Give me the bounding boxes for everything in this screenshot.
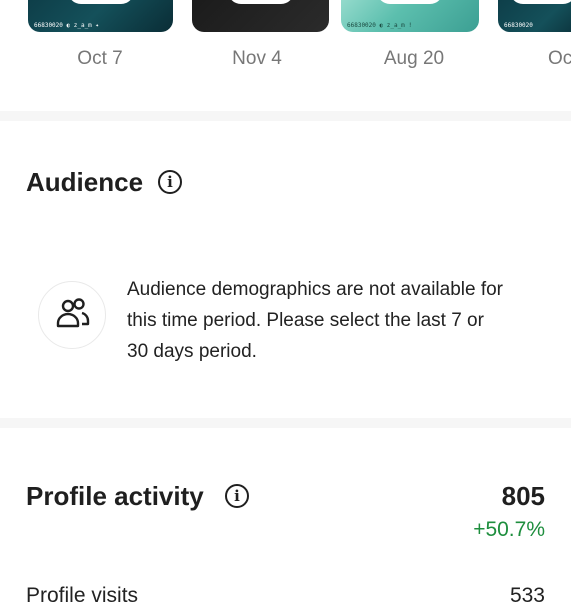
post-count-badge: 320 [67, 0, 134, 4]
info-icon[interactable]: i [225, 484, 249, 508]
thumbnail-caption: 66830020 ◐ z_a_m ! [347, 22, 413, 29]
post-date: Aug 20 [383, 48, 445, 69]
thumbnail-caption: 66830020 ◐ z_a_m ✦ [34, 22, 100, 29]
info-icon[interactable]: i [158, 170, 182, 194]
profile-activity-total: 805 [501, 481, 545, 511]
thumbnail-caption: 66830020 [504, 22, 533, 29]
audience-unavailable-message: Audience demographics are not available … [127, 279, 504, 362]
post-thumbnails-strip: 320 66830020 ◐ z_a_m ✦ Oct 7 303 Nov 4 2… [0, 0, 571, 80]
post-date: Nov 4 [232, 48, 282, 69]
post-thumbnail[interactable]: 320 66830020 ◐ z_a_m ✦ [28, 0, 173, 32]
people-icon [56, 298, 90, 328]
post-count-badge: 303 [227, 0, 294, 4]
profile-activity-title: Profile activity [26, 481, 204, 511]
audience-title: Audience [26, 167, 144, 197]
section-divider [0, 418, 571, 428]
post-thumbnail[interactable]: 272 66830020 ◐ z_a_m ! [341, 0, 479, 32]
post-date: Oct 7 [77, 48, 123, 69]
post-count-badge: 272 [377, 0, 443, 4]
post-thumbnail[interactable]: 19 66830020 [498, 0, 571, 32]
post-count-badge: 19 [510, 0, 571, 4]
post-date: Oc [548, 48, 571, 69]
profile-activity-change: +50.7% [473, 518, 545, 541]
profile-visits-label: Profile visits [26, 584, 139, 607]
profile-visits-value: 533 [509, 584, 545, 607]
post-thumbnail[interactable]: 303 [192, 0, 329, 32]
section-divider [0, 111, 571, 121]
audience-icon-container [38, 281, 106, 349]
